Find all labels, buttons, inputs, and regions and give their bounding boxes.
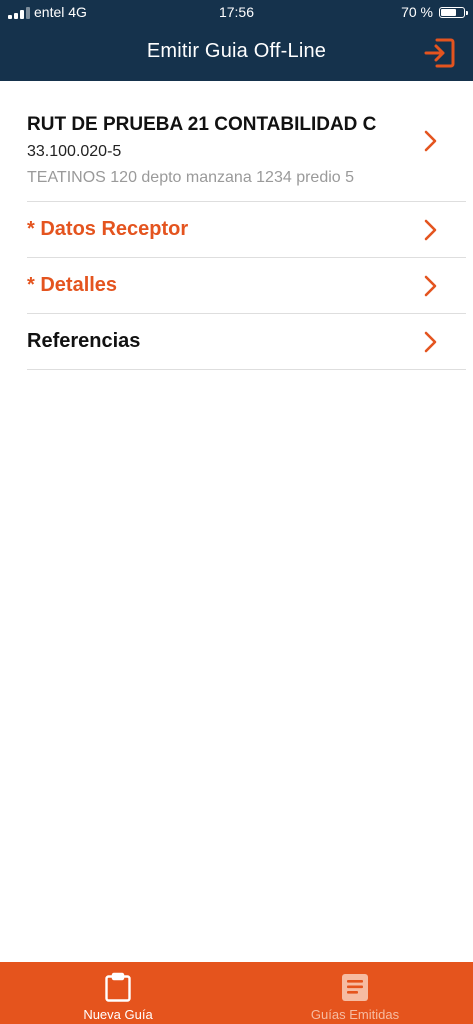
menu-item-referencias[interactable]: Referencias (27, 314, 466, 370)
battery-icon (439, 7, 468, 18)
tab-nueva-guia[interactable]: Nueva Guía (0, 962, 236, 1024)
chevron-right-icon (424, 275, 437, 296)
document-list-icon (342, 974, 368, 1001)
menu-item-datos-receptor[interactable]: * Datos Receptor (27, 202, 466, 258)
chevron-right-icon (424, 130, 437, 152)
tab-guias-emitidas[interactable]: Guías Emitidas (237, 962, 473, 1024)
issuer-rut: 33.100.020-5 (27, 143, 122, 160)
menu-item-label: * Detalles (27, 274, 118, 296)
menu-item-label: * Datos Receptor (27, 218, 189, 240)
tab-label: Guías Emitidas (310, 1007, 400, 1022)
sign-out-icon (424, 38, 455, 68)
battery-percentage: 70 % (401, 4, 433, 20)
chevron-right-icon (424, 331, 437, 352)
status-bar: entel 4G 17:56 70 % (0, 0, 473, 26)
issuer-row[interactable]: RUT DE PRUEBA 21 CONTABILIDAD C 33.100.0… (27, 81, 466, 202)
issuer-name: RUT DE PRUEBA 21 CONTABILIDAD C (27, 114, 377, 135)
page-title: Emitir Guia Off-Line (146, 40, 327, 62)
app-header: entel 4G 17:56 70 % Emitir Guia Off-Line (0, 0, 473, 81)
clipboard-icon (105, 972, 131, 1002)
chevron-right-icon (424, 219, 437, 240)
guide-form-list: RUT DE PRUEBA 21 CONTABILIDAD C 33.100.0… (27, 81, 466, 370)
menu-item-detalles[interactable]: * Detalles (27, 258, 466, 314)
battery-fill (441, 9, 456, 16)
menu-item-label: Referencias (27, 330, 141, 352)
logout-button[interactable] (421, 35, 457, 71)
issuer-address: TEATINOS 120 depto manzana 1234 predio 5 (27, 169, 355, 186)
tab-label: Nueva Guía (83, 1007, 153, 1022)
tab-bar: Nueva Guía Guías Emitidas (0, 962, 473, 1024)
